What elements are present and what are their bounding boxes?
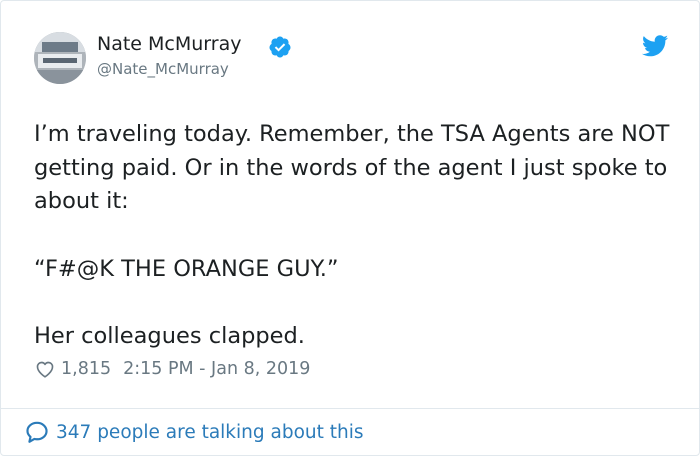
avatar[interactable]: [34, 32, 86, 84]
like-count[interactable]: 1,815: [61, 359, 111, 379]
author-handle[interactable]: @Nate_McMurray: [97, 60, 229, 78]
author-name[interactable]: Nate McMurray: [97, 33, 242, 55]
talking-text[interactable]: 347 people are talking about this: [56, 422, 364, 443]
speech-bubble-icon: [26, 421, 48, 443]
tweet-text: I’m traveling today. Remember, the TSA A…: [34, 118, 674, 354]
tweet-paragraph: “F#@K THE ORANGE GUY.”: [34, 255, 339, 282]
twitter-bird-icon[interactable]: [642, 35, 668, 57]
verified-badge-icon: [269, 36, 291, 58]
heart-icon[interactable]: [34, 358, 56, 380]
embedded-tweet-card: Nate McMurray @Nate_McMurray I’m traveli…: [0, 0, 700, 456]
conversation-link[interactable]: 347 people are talking about this: [24, 419, 364, 445]
tweet-paragraph: Her colleagues clapped.: [34, 323, 305, 349]
tweet-timestamp[interactable]: 2:15 PM - Jan 8, 2019: [123, 359, 310, 379]
footer-divider: [1, 408, 699, 409]
tweet-paragraph: I’m traveling today. Remember, the TSA A…: [34, 121, 670, 214]
avatar-photo: [34, 32, 86, 84]
tweet-meta: 1,815 2:15 PM - Jan 8, 2019: [34, 356, 310, 382]
